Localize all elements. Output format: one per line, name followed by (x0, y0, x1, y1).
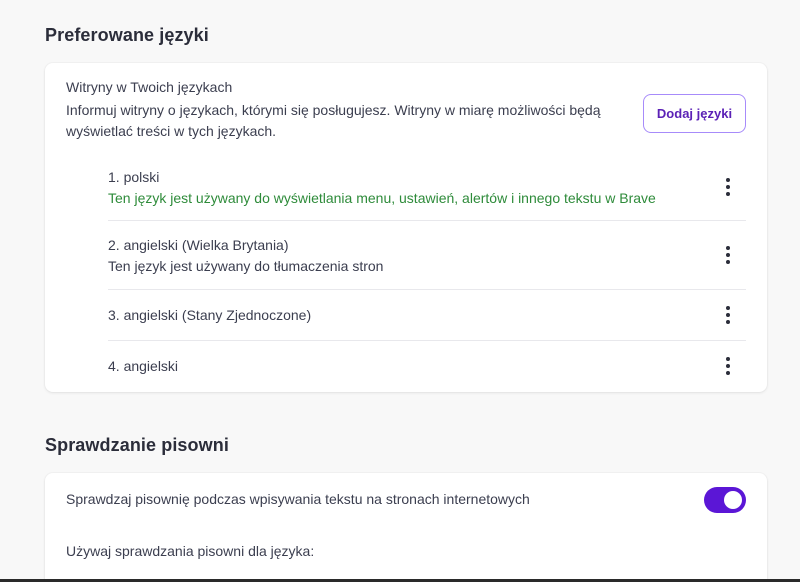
sites-in-your-languages-description: Informuj witryny o językach, którymi się… (66, 102, 601, 139)
language-note: Ten język jest używany do tłumaczenia st… (108, 258, 384, 274)
language-row-1: 1. polski Ten język jest używany do wyśw… (108, 160, 746, 221)
language-row-4: 4. angielski (108, 341, 746, 392)
more-options-icon[interactable] (722, 177, 734, 197)
language-row-3: 3. angielski (Stany Zjednoczone) (108, 290, 746, 341)
more-options-icon[interactable] (722, 245, 734, 265)
language-name: 1. polski (108, 169, 160, 185)
language-name: 2. angielski (Wielka Brytania) (108, 237, 289, 253)
language-row-2: 2. angielski (Wielka Brytania) Ten język… (108, 221, 746, 290)
spellcheck-card: Sprawdzaj pisownię podczas wpisywania te… (45, 473, 767, 582)
more-options-icon[interactable] (722, 305, 734, 325)
languages-section-title: Preferowane języki (45, 25, 209, 45)
spellcheck-section-title: Sprawdzanie pisowni (45, 435, 229, 455)
sites-in-your-languages-heading: Witryny w Twoich językach (66, 79, 233, 95)
spellcheck-toggle[interactable] (704, 487, 746, 513)
languages-card: Witryny w Twoich językach Informuj witry… (45, 63, 767, 392)
more-options-icon[interactable] (722, 356, 734, 376)
language-name: 4. angielski (108, 358, 179, 374)
add-languages-button[interactable]: Dodaj języki (643, 94, 746, 133)
spellcheck-language-label: Używaj sprawdzania pisowni dla języka: (66, 543, 315, 559)
toggle-knob (724, 491, 742, 509)
spellcheck-toggle-label: Sprawdzaj pisownię podczas wpisywania te… (66, 491, 530, 507)
language-note: Ten język jest używany do wyświetlania m… (108, 190, 656, 206)
language-name: 3. angielski (Stany Zjednoczone) (108, 307, 312, 323)
